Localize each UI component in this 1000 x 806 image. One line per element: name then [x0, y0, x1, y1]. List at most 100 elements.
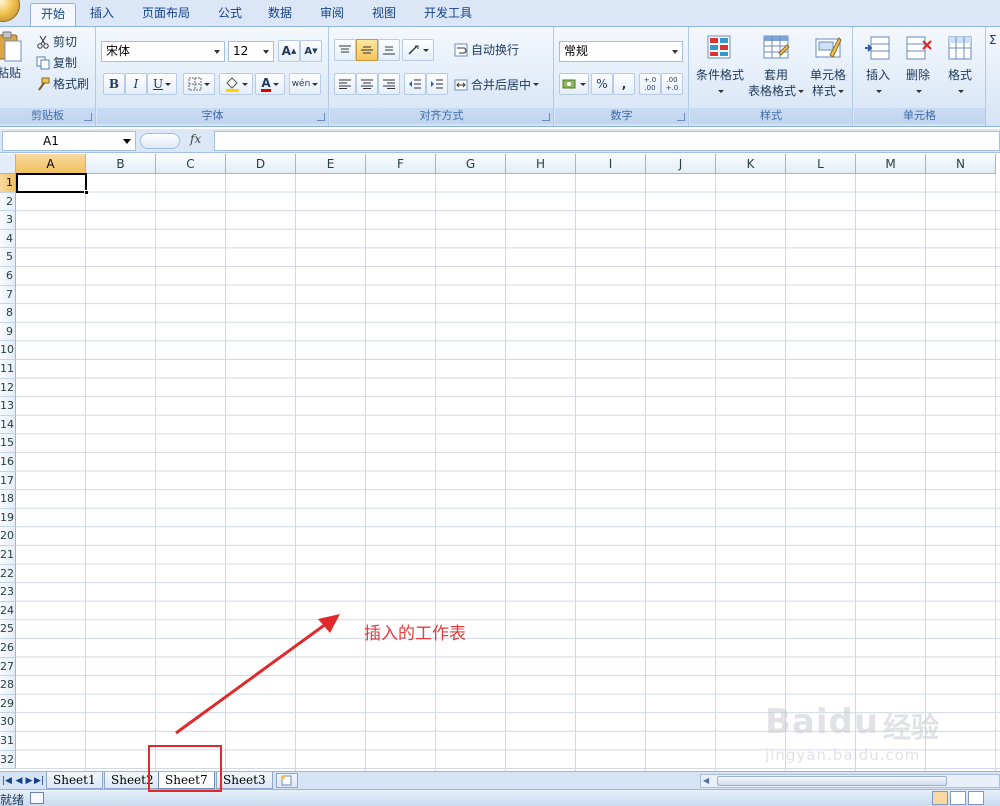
decrease-decimal-button[interactable]: .00 +.0 — [661, 73, 683, 95]
row-header[interactable]: 21 — [0, 546, 16, 565]
row-header[interactable]: 24 — [0, 601, 16, 621]
tab-0[interactable]: 开始 — [30, 3, 77, 26]
align-bottom-button[interactable] — [378, 39, 400, 61]
active-cell[interactable] — [16, 173, 87, 193]
column-header[interactable]: L — [786, 154, 856, 174]
row-header[interactable]: 31 — [0, 732, 16, 751]
format-cells-button[interactable]: 格式 — [940, 29, 980, 99]
orientation-button[interactable] — [402, 39, 434, 61]
row-header[interactable]: 17 — [0, 471, 16, 491]
decrease-indent-button[interactable] — [404, 73, 426, 95]
row-header[interactable]: 5 — [0, 248, 16, 267]
alignment-launcher-icon[interactable] — [542, 113, 550, 121]
row-header[interactable]: 12 — [0, 378, 16, 398]
shrink-font-button[interactable]: A ▼ — [300, 40, 322, 62]
normal-view-icon[interactable] — [932, 791, 948, 805]
number-format-combo[interactable]: 常规 — [559, 41, 683, 62]
page-layout-view-icon[interactable] — [950, 791, 966, 805]
paste-button[interactable]: 粘贴 — [0, 31, 24, 81]
row-header[interactable]: 23 — [0, 583, 16, 602]
align-top-button[interactable] — [334, 39, 356, 61]
clipboard-launcher-icon[interactable] — [84, 113, 92, 121]
column-header[interactable]: J — [646, 154, 716, 174]
formula-bar-resize-handle[interactable] — [140, 133, 180, 149]
borders-button[interactable] — [183, 73, 215, 95]
row-header[interactable]: 15 — [0, 434, 16, 453]
font-size-combo[interactable]: 12 — [228, 41, 274, 62]
delete-cells-button[interactable]: 删除 — [898, 29, 938, 99]
row-header[interactable]: 16 — [0, 453, 16, 472]
row-header[interactable]: 20 — [0, 527, 16, 546]
cut-button[interactable]: 剪切 — [36, 33, 77, 50]
align-right-button[interactable] — [378, 73, 400, 95]
column-header[interactable]: C — [156, 154, 226, 174]
row-header[interactable]: 8 — [0, 304, 16, 323]
column-header[interactable]: A — [16, 154, 86, 174]
font-name-combo[interactable]: 宋体 — [101, 41, 225, 62]
autosum-icon[interactable]: Σ — [989, 33, 997, 47]
formula-input[interactable] — [214, 131, 1000, 151]
horizontal-scrollbar[interactable]: ◀ — [700, 774, 1000, 788]
copy-button[interactable]: 复制 — [36, 54, 77, 71]
wrap-text-button[interactable]: 自动换行 — [454, 41, 519, 58]
insert-cells-button[interactable]: 插入 — [858, 29, 898, 99]
column-header[interactable]: B — [86, 154, 156, 174]
row-header[interactable]: 1 — [0, 174, 16, 193]
row-header[interactable]: 14 — [0, 415, 16, 435]
column-header[interactable]: H — [506, 154, 576, 174]
row-header[interactable]: 2 — [0, 192, 16, 212]
percent-button[interactable]: % — [591, 73, 613, 95]
row-header[interactable]: 3 — [0, 211, 16, 230]
last-sheet-icon[interactable]: ▶| — [34, 774, 44, 788]
italic-button[interactable]: I — [125, 73, 147, 95]
macro-recording-icon[interactable] — [30, 792, 44, 804]
currency-button[interactable] — [559, 73, 589, 95]
horizontal-scroll-thumb[interactable] — [717, 776, 947, 786]
sheet-tab[interactable]: Sheet3 — [216, 772, 273, 789]
row-header[interactable]: 29 — [0, 694, 16, 714]
row-header[interactable]: 9 — [0, 322, 16, 342]
row-header[interactable]: 6 — [0, 267, 16, 286]
tab-7[interactable]: 开发工具 — [414, 3, 482, 26]
office-button[interactable] — [0, 0, 20, 22]
next-sheet-icon[interactable]: ▶ — [24, 774, 34, 788]
prev-sheet-icon[interactable]: ◀ — [14, 774, 24, 788]
page-break-view-icon[interactable] — [968, 791, 984, 805]
row-header[interactable]: 27 — [0, 657, 16, 677]
comma-button[interactable]: , — [613, 73, 635, 95]
row-header[interactable]: 25 — [0, 620, 16, 639]
tab-2[interactable]: 页面布局 — [132, 3, 200, 26]
first-sheet-icon[interactable]: |◀ — [2, 774, 12, 788]
tab-3[interactable]: 公式 — [208, 3, 252, 26]
grow-font-button[interactable]: A ▲ — [278, 40, 300, 62]
format-as-table-button[interactable]: 套用 表格格式 — [746, 29, 806, 99]
align-center-button[interactable] — [356, 73, 378, 95]
row-header[interactable]: 4 — [0, 229, 16, 249]
tab-1[interactable]: 插入 — [80, 3, 124, 26]
row-header[interactable]: 18 — [0, 490, 16, 509]
row-header[interactable]: 26 — [0, 639, 16, 658]
select-all-button[interactable] — [0, 154, 16, 174]
conditional-format-button[interactable]: 条件格式 — [692, 29, 748, 99]
bold-button[interactable]: B — [103, 73, 125, 95]
insert-function-button[interactable]: fx — [190, 132, 212, 146]
tab-4[interactable]: 数据 — [258, 3, 302, 26]
row-header[interactable]: 19 — [0, 508, 16, 528]
row-header[interactable]: 7 — [0, 285, 16, 305]
column-header[interactable]: N — [926, 154, 996, 174]
align-middle-button[interactable] — [356, 39, 378, 61]
column-header[interactable]: G — [436, 154, 506, 174]
cell-styles-button[interactable]: 单元格 样式 — [802, 29, 854, 99]
column-header[interactable]: K — [716, 154, 786, 174]
row-header[interactable]: 28 — [0, 676, 16, 695]
align-left-button[interactable] — [334, 73, 356, 95]
tab-5[interactable]: 审阅 — [310, 3, 354, 26]
column-header[interactable]: I — [576, 154, 646, 174]
merge-center-button[interactable]: 合并后居中 — [454, 76, 540, 93]
row-header[interactable]: 11 — [0, 360, 16, 379]
format-painter-button[interactable]: 格式刷 — [36, 75, 89, 92]
row-header[interactable]: 32 — [0, 750, 16, 770]
row-header[interactable]: 22 — [0, 564, 16, 584]
insert-worksheet-button[interactable] — [276, 773, 298, 788]
increase-indent-button[interactable] — [426, 73, 448, 95]
